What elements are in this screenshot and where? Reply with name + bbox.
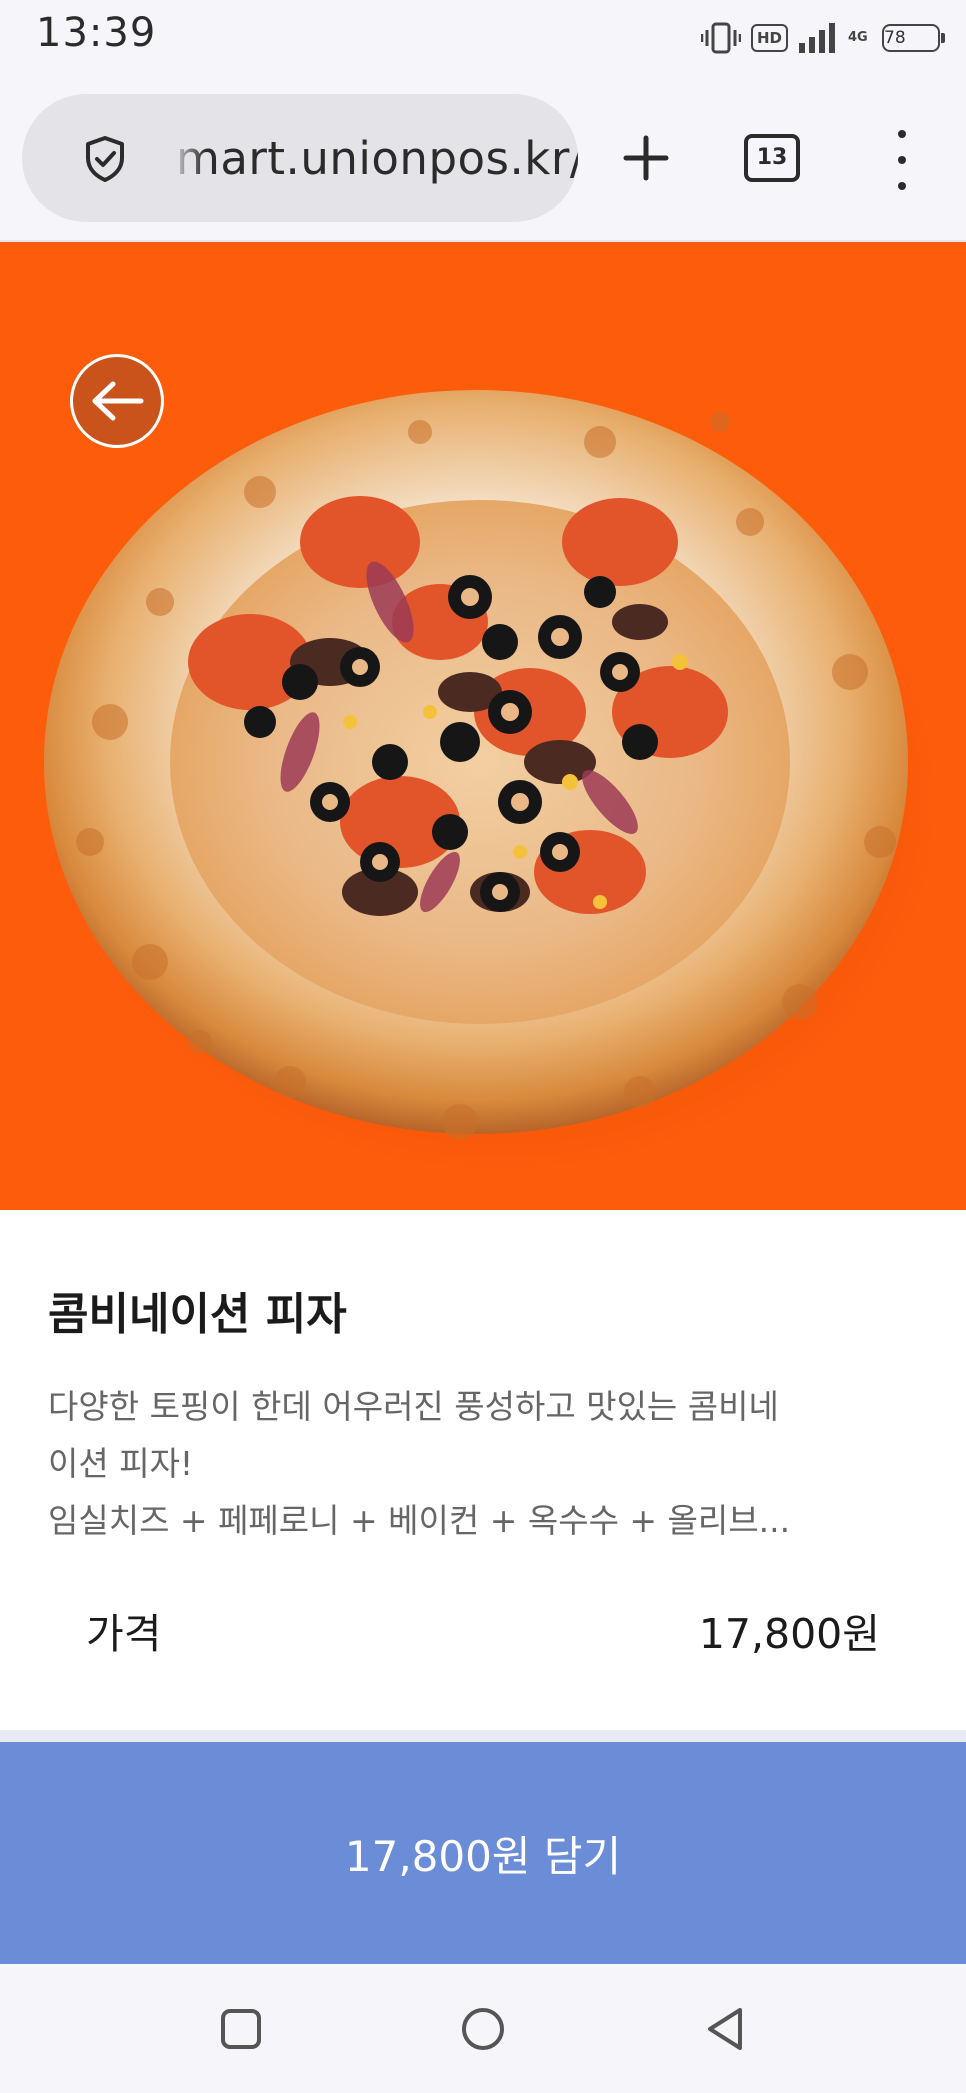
vibrate-icon <box>700 21 741 55</box>
product-description: 다양한 토핑이 한데 어우러진 풍성하고 맛있는 콤비네 이션 피자! 임실치즈… <box>48 1378 888 1549</box>
product-info: 콤비네이션 피자 다양한 토핑이 한데 어우러진 풍성하고 맛있는 콤비네 이션… <box>0 1210 966 1730</box>
status-icons: HD 4G 78 <box>700 18 945 58</box>
shield-check-icon[interactable] <box>80 134 130 184</box>
divider <box>0 1730 966 1742</box>
new-tab-button[interactable] <box>614 126 678 190</box>
product-name: 콤비네이션 피자 <box>48 1289 347 1340</box>
description-line: 임실치즈 + 페페로니 + 베이컨 + 옥수수 + 올리브... <box>48 1501 791 1540</box>
description-line: 이션 피자! <box>48 1444 194 1483</box>
product-image <box>0 242 966 1210</box>
status-bar: 13:39 HD 4G 78 <box>0 0 966 76</box>
price-row: 가격 17,800원 <box>86 1600 880 1660</box>
url-text[interactable]: mart.unionpos.kr/ <box>176 132 578 185</box>
browser-toolbar: mart.unionpos.kr/ 13 <box>0 76 966 242</box>
price-label: 가격 <box>86 1610 162 1658</box>
more-vert-icon[interactable] <box>878 124 926 196</box>
description-line: 다양한 토핑이 한데 어우러진 풍성하고 맛있는 콤비네 <box>48 1387 779 1426</box>
network-type: 4G <box>848 30 868 45</box>
recent-apps-icon[interactable] <box>181 1964 301 2093</box>
battery-icon: 78 <box>882 24 945 52</box>
price-value: 17,800원 <box>698 1610 880 1658</box>
back-arrow-icon[interactable] <box>70 354 164 448</box>
system-navigation-bar <box>0 1964 966 2093</box>
signal-icon <box>798 21 838 55</box>
home-icon[interactable] <box>423 1964 543 2093</box>
status-time: 13:39 <box>36 10 157 56</box>
hd-badge: HD <box>750 24 788 52</box>
plus-icon <box>623 135 669 181</box>
back-icon[interactable] <box>665 1964 785 2093</box>
address-bar[interactable]: mart.unionpos.kr/ <box>22 94 578 222</box>
tabs-icon[interactable]: 13 <box>744 134 800 182</box>
add-to-cart-button[interactable]: 17,800원 담기 <box>0 1742 966 1964</box>
